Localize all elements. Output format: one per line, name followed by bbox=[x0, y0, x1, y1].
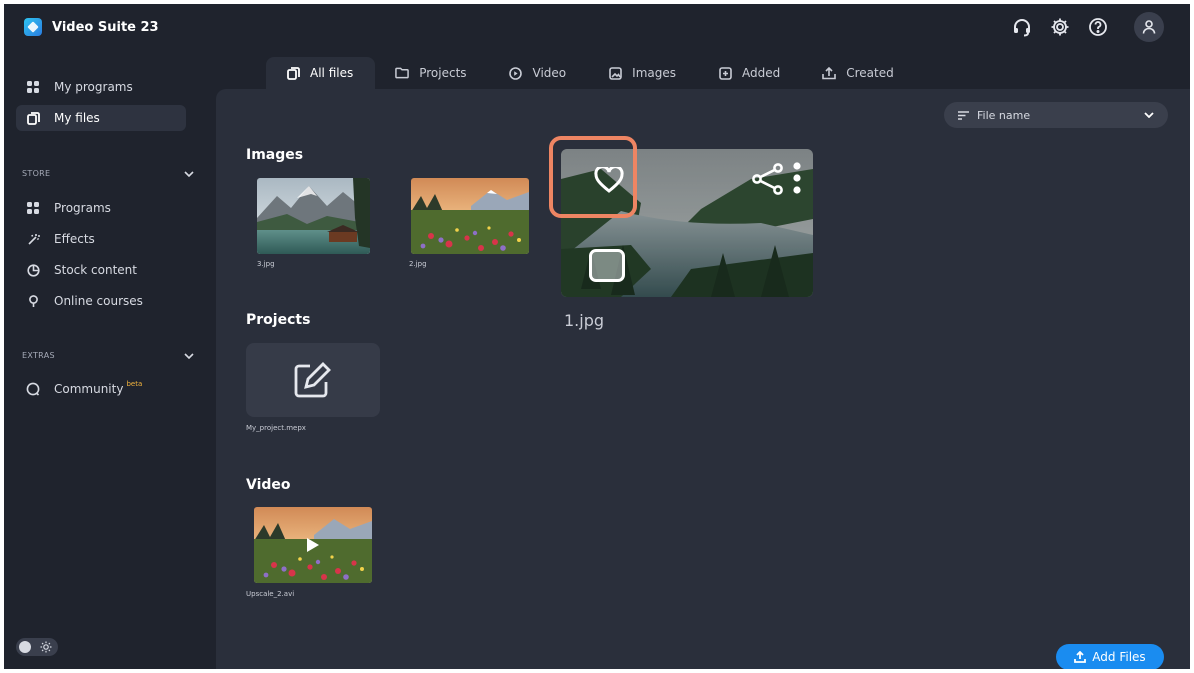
extras-section-label: EXTRAS bbox=[22, 351, 55, 360]
gear-icon[interactable] bbox=[1048, 15, 1072, 39]
video-section-title: Video bbox=[246, 477, 291, 493]
files-panel: File name Images 3.jpg 2.jpg 1.jpg Proje… bbox=[216, 89, 1190, 669]
theme-toggle[interactable] bbox=[16, 638, 58, 656]
chat-icon bbox=[26, 382, 40, 396]
app-window: Video Suite 23 My programs My files STOR… bbox=[4, 4, 1190, 669]
sidebar-item-online-courses[interactable]: Online courses bbox=[16, 288, 186, 314]
sidebar-item-my-files[interactable]: My files bbox=[16, 105, 186, 131]
select-checkbox[interactable] bbox=[589, 249, 625, 282]
tab-projects[interactable]: Projects bbox=[375, 57, 488, 89]
pie-icon bbox=[26, 263, 40, 277]
add-files-button[interactable]: Add Files bbox=[1056, 644, 1164, 669]
file-name-label: Upscale_2.avi bbox=[246, 590, 295, 598]
tab-label: Added bbox=[742, 66, 781, 80]
files-icon bbox=[286, 66, 300, 80]
file-name-label: My_project.mepx bbox=[246, 424, 306, 432]
app-title: Video Suite 23 bbox=[52, 20, 159, 35]
file-name-label: 3.jpg bbox=[257, 260, 275, 268]
file-tabs: All files Projects Video Images Added Cr… bbox=[266, 57, 916, 89]
sidebar-item-community[interactable]: Community beta bbox=[16, 376, 186, 402]
sidebar-item-my-programs[interactable]: My programs bbox=[16, 74, 186, 100]
top-toolbar bbox=[1010, 12, 1164, 42]
play-circle-icon bbox=[509, 66, 523, 80]
files-icon bbox=[26, 111, 40, 125]
chevron-down-icon bbox=[184, 352, 194, 359]
magic-wand-icon bbox=[26, 232, 40, 246]
file-name-label: 1.jpg bbox=[564, 311, 605, 330]
help-icon[interactable] bbox=[1086, 15, 1110, 39]
app-logo-icon bbox=[24, 18, 42, 36]
beta-badge: beta bbox=[126, 380, 143, 388]
tab-images[interactable]: Images bbox=[588, 57, 698, 89]
tab-label: All files bbox=[310, 66, 354, 80]
tab-label: Created bbox=[846, 66, 894, 80]
sidebar-item-label: Community bbox=[54, 382, 124, 396]
sidebar-item-label: My files bbox=[54, 111, 100, 125]
image-thumbnail-2[interactable] bbox=[411, 178, 529, 254]
sidebar-item-effects[interactable]: Effects bbox=[16, 226, 186, 252]
sidebar-item-label: Stock content bbox=[54, 263, 137, 277]
sidebar: My programs My files STORE Programs Effe… bbox=[4, 52, 216, 669]
folder-icon bbox=[395, 66, 410, 80]
more-vertical-icon[interactable] bbox=[792, 161, 802, 195]
video-thumbnail[interactable] bbox=[254, 507, 372, 583]
grid-icon bbox=[26, 201, 40, 215]
lightbulb-icon bbox=[26, 294, 40, 308]
add-files-label: Add Files bbox=[1092, 650, 1146, 664]
toggle-knob bbox=[19, 641, 31, 653]
sort-dropdown[interactable]: File name bbox=[944, 102, 1168, 128]
chevron-down-icon bbox=[1144, 112, 1154, 118]
sort-label: File name bbox=[977, 108, 1031, 122]
sidebar-item-label: My programs bbox=[54, 80, 133, 94]
extras-section-header[interactable]: EXTRAS bbox=[22, 351, 194, 360]
tab-added[interactable]: Added bbox=[698, 57, 802, 89]
sun-icon bbox=[40, 641, 52, 653]
play-icon bbox=[307, 538, 319, 552]
tab-label: Projects bbox=[419, 66, 467, 80]
project-card[interactable] bbox=[246, 343, 380, 417]
tab-created[interactable]: Created bbox=[802, 57, 916, 89]
chevron-down-icon bbox=[184, 170, 194, 177]
sidebar-item-label: Programs bbox=[54, 201, 111, 215]
tab-all-files[interactable]: All files bbox=[266, 57, 376, 89]
file-name-label: 2.jpg bbox=[409, 260, 427, 268]
add-box-icon bbox=[718, 66, 732, 80]
image-icon bbox=[608, 66, 622, 80]
user-icon bbox=[1142, 20, 1156, 34]
tab-label: Video bbox=[532, 66, 567, 80]
upload-icon bbox=[822, 66, 837, 80]
share-icon[interactable] bbox=[751, 163, 785, 195]
sidebar-item-label: Effects bbox=[54, 232, 95, 246]
sort-icon bbox=[958, 110, 969, 120]
tab-video[interactable]: Video bbox=[489, 57, 589, 89]
edit-icon bbox=[294, 362, 331, 398]
highlight-callout bbox=[549, 136, 637, 218]
store-section-label: STORE bbox=[22, 169, 51, 178]
store-section-header[interactable]: STORE bbox=[22, 169, 194, 178]
sidebar-item-programs[interactable]: Programs bbox=[16, 195, 186, 221]
tab-label: Images bbox=[632, 66, 676, 80]
card-spacer bbox=[809, 162, 813, 163]
sidebar-item-stock-content[interactable]: Stock content bbox=[16, 257, 186, 283]
projects-section-title: Projects bbox=[246, 312, 311, 328]
images-section-title: Images bbox=[246, 147, 304, 163]
title-bar: Video Suite 23 bbox=[4, 4, 1190, 52]
sidebar-item-label: Online courses bbox=[54, 294, 143, 308]
image-thumbnail-3[interactable] bbox=[257, 178, 370, 254]
grid-icon bbox=[26, 80, 40, 94]
upload-icon bbox=[1074, 651, 1087, 663]
user-avatar[interactable] bbox=[1134, 12, 1164, 42]
headset-icon[interactable] bbox=[1010, 15, 1034, 39]
